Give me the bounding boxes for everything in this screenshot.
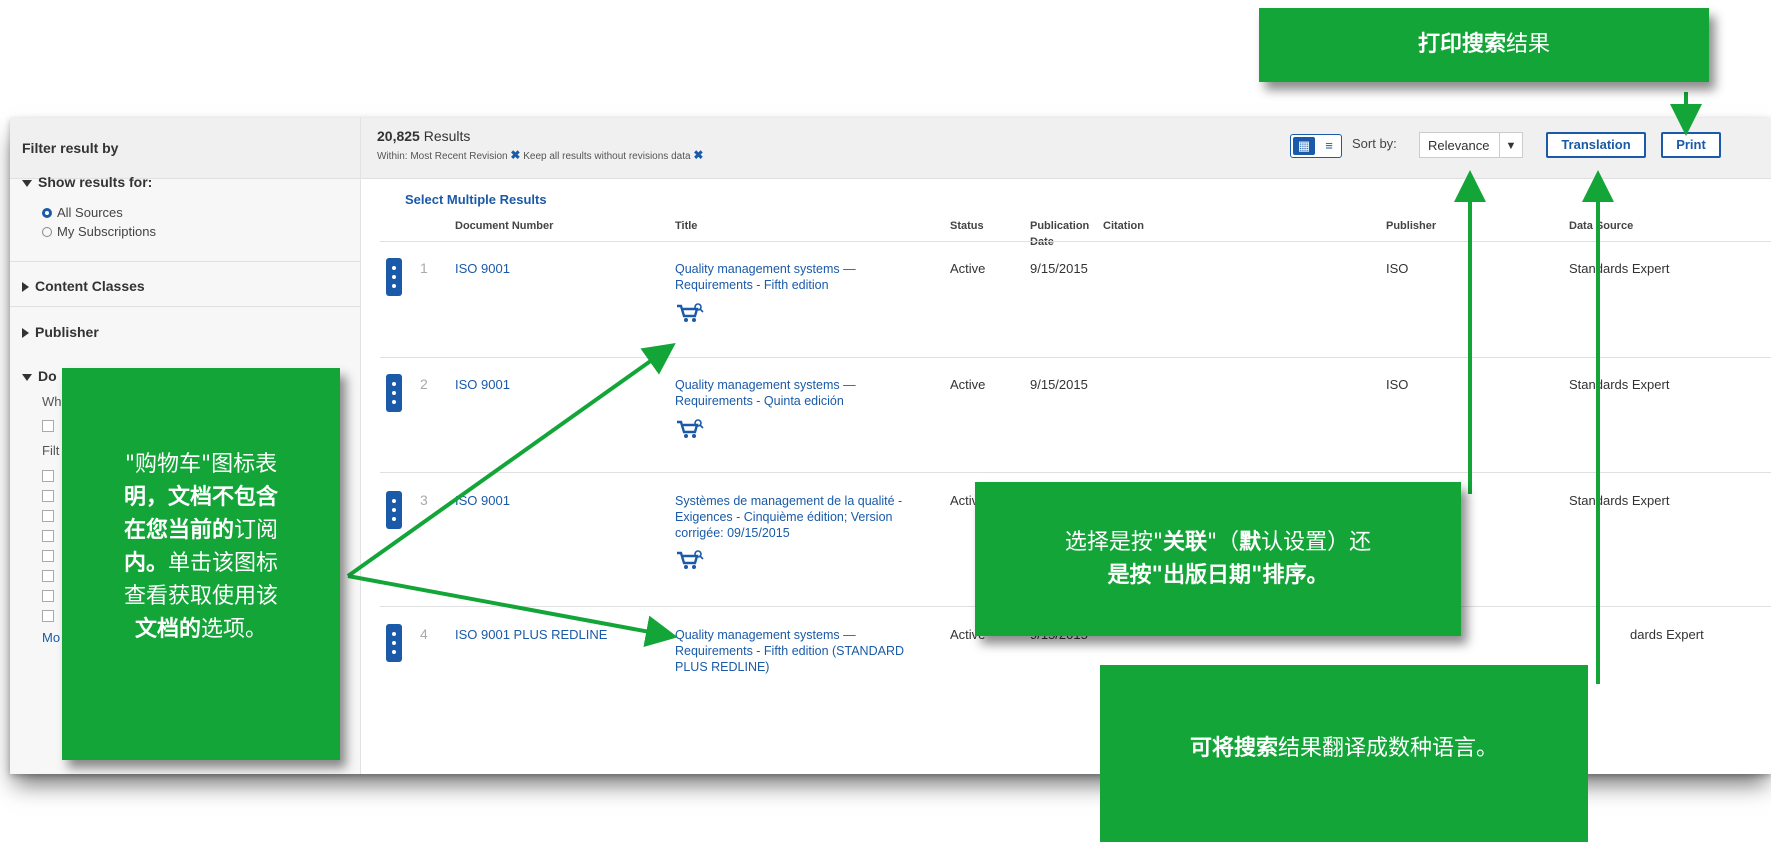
callout-text-bold: 关联 bbox=[1162, 530, 1207, 555]
callout-cart: "购物车"图标表 明，文档不包含 在您当前的订阅 内。单击该图标 查看获取使用该… bbox=[62, 368, 340, 760]
callout-print: 打印搜索结果 bbox=[1259, 8, 1709, 82]
arrow-to-cart-1 bbox=[346, 343, 676, 578]
callout-sort: 选择是按"关联"（默认设置）还 是按"出版日期"排序。 bbox=[975, 482, 1461, 636]
callout-text: 订阅 bbox=[234, 518, 279, 543]
callout-text: 查看获取使用该 bbox=[123, 584, 278, 609]
callout-text: "（ bbox=[1206, 530, 1240, 555]
callout-text-bold: 默 bbox=[1239, 530, 1262, 555]
callout-text: 认设置）还 bbox=[1261, 530, 1372, 555]
callout-translation: 可将搜索结果翻译成数种语言。 bbox=[1100, 665, 1588, 842]
callout-text: 结果 bbox=[1506, 32, 1551, 57]
callout-text: 结果翻译成数种语言。 bbox=[1278, 736, 1499, 761]
callout-text-bold: 内。 bbox=[123, 551, 168, 576]
callout-text: 选择是按" bbox=[1064, 530, 1163, 555]
callout-text-bold: 明，文档不包含 bbox=[123, 485, 278, 510]
callout-text-bold: 可将搜索 bbox=[1189, 736, 1278, 761]
callout-text-bold: 是按"出版日期"排序。 bbox=[1107, 563, 1329, 588]
arrow-to-cart-3 bbox=[347, 574, 678, 648]
callout-text: "购物车"图标表 bbox=[124, 452, 278, 477]
callout-text-bold: 打印搜索 bbox=[1417, 32, 1506, 57]
callout-text: 单击该图标 bbox=[168, 551, 279, 576]
callout-text: 选项。 bbox=[201, 617, 268, 642]
callout-text-bold: 文档的 bbox=[134, 617, 201, 642]
callout-text-bold: 在您当前的 bbox=[123, 518, 234, 543]
